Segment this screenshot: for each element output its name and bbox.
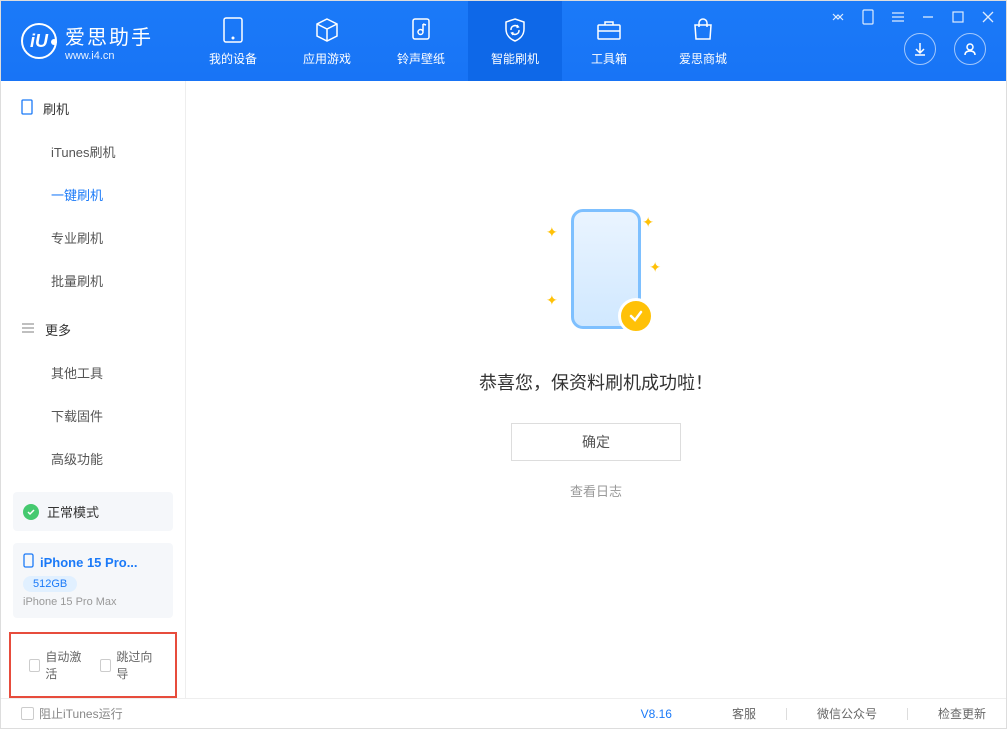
phone-icon (219, 16, 247, 44)
nav-toolbox[interactable]: 工具箱 (562, 1, 656, 81)
download-button[interactable] (904, 33, 936, 65)
briefcase-icon (595, 16, 623, 44)
nav-tabs: 我的设备 应用游戏 铃声壁纸 智能刷机 工具箱 (186, 1, 750, 81)
maximize-button[interactable] (948, 7, 968, 27)
sidebar-item-advanced[interactable]: 高级功能 (1, 437, 185, 480)
sidebar-item-other-tools[interactable]: 其他工具 (1, 351, 185, 394)
titlebar: iU 爱思助手 www.i4.cn 我的设备 应用游戏 铃声壁纸 (1, 1, 1006, 81)
menu-icon[interactable] (888, 7, 908, 27)
checkbox-label: 自动激活 (45, 648, 86, 682)
main-content: ✦ ✦ ✦ ✦ 恭喜您，保资料刷机成功啦！ 确定 查看日志 (186, 81, 1006, 698)
nav-apps[interactable]: 应用游戏 (280, 1, 374, 81)
sparkle-icon: ✦ (546, 292, 558, 309)
cube-icon (313, 16, 341, 44)
nav-label: 我的设备 (209, 50, 257, 67)
group-title: 更多 (45, 320, 71, 339)
check-badge-icon (618, 298, 654, 334)
menu-small-icon (21, 322, 35, 337)
phone-small-icon (21, 99, 33, 118)
view-log-link[interactable]: 查看日志 (570, 481, 622, 500)
wechat-link[interactable]: 微信公众号 (817, 705, 877, 722)
nav-store[interactable]: 爱思商城 (656, 1, 750, 81)
checkbox-label: 阻止iTunes运行 (39, 705, 123, 722)
status-check-icon (23, 504, 39, 520)
checkbox-box (100, 659, 111, 672)
skip-wizard-checkbox[interactable]: 跳过向导 (100, 648, 157, 682)
close-button[interactable] (978, 7, 998, 27)
support-link[interactable]: 客服 (732, 705, 756, 722)
nav-my-device[interactable]: 我的设备 (186, 1, 280, 81)
logo-area: iU 爱思助手 www.i4.cn (1, 21, 186, 62)
app-title: 爱思助手 (65, 21, 153, 50)
device-model: iPhone 15 Pro Max (23, 596, 163, 608)
sparkle-icon: ✦ (546, 224, 558, 241)
sidebar-item-itunes-flash[interactable]: iTunes刷机 (1, 130, 185, 173)
status-card[interactable]: 正常模式 (13, 492, 173, 531)
sidebar-item-download-firmware[interactable]: 下载固件 (1, 394, 185, 437)
nav-label: 爱思商城 (679, 50, 727, 67)
sidebar-item-batch-flash[interactable]: 批量刷机 (1, 259, 185, 302)
sidebar-group-more[interactable]: 更多 (1, 302, 185, 351)
nav-flash[interactable]: 智能刷机 (468, 1, 562, 81)
version-label: V8.16 (641, 707, 672, 721)
sidebar-item-oneclick-flash[interactable]: 一键刷机 (1, 173, 185, 216)
ok-button[interactable]: 确定 (511, 423, 681, 461)
sidebar-group-flash[interactable]: 刷机 (1, 81, 185, 130)
block-itunes-checkbox[interactable]: 阻止iTunes运行 (21, 705, 123, 722)
success-message: 恭喜您，保资料刷机成功啦！ (479, 369, 713, 395)
app-subtitle: www.i4.cn (65, 50, 153, 62)
shield-refresh-icon (501, 16, 529, 44)
phone-icon[interactable] (858, 7, 878, 27)
success-illustration: ✦ ✦ ✦ ✦ (516, 199, 676, 339)
header-actions (904, 33, 986, 65)
device-name: iPhone 15 Pro... (40, 555, 138, 570)
nav-label: 智能刷机 (491, 50, 539, 67)
options-row-highlighted: 自动激活 跳过向导 (9, 632, 177, 698)
sidebar: 刷机 iTunes刷机 一键刷机 专业刷机 批量刷机 更多 其他工具 下载固件 … (1, 81, 186, 698)
nav-label: 应用游戏 (303, 50, 351, 67)
sparkle-icon: ✦ (649, 259, 661, 276)
checkbox-box (21, 707, 34, 720)
music-note-icon (407, 16, 435, 44)
device-card[interactable]: iPhone 15 Pro... 512GB iPhone 15 Pro Max (13, 543, 173, 618)
footer: 阻止iTunes运行 V8.16 客服 微信公众号 检查更新 (1, 698, 1006, 728)
window-controls (828, 7, 998, 27)
device-phone-icon (23, 553, 34, 571)
group-title: 刷机 (43, 99, 69, 118)
status-label: 正常模式 (47, 502, 99, 521)
nav-label: 铃声壁纸 (397, 50, 445, 67)
device-storage-badge: 512GB (23, 576, 77, 592)
profile-button[interactable] (954, 33, 986, 65)
minimize-button[interactable] (918, 7, 938, 27)
auto-activate-checkbox[interactable]: 自动激活 (29, 648, 86, 682)
check-update-link[interactable]: 检查更新 (938, 705, 986, 722)
app-logo-icon: iU (21, 23, 57, 59)
checkbox-label: 跳过向导 (116, 648, 157, 682)
sidebar-item-pro-flash[interactable]: 专业刷机 (1, 216, 185, 259)
shopping-bag-icon (689, 16, 717, 44)
compact-icon[interactable] (828, 7, 848, 27)
sparkle-icon: ✦ (642, 214, 654, 231)
nav-label: 工具箱 (591, 50, 627, 67)
checkbox-box (29, 659, 40, 672)
nav-ringtones[interactable]: 铃声壁纸 (374, 1, 468, 81)
